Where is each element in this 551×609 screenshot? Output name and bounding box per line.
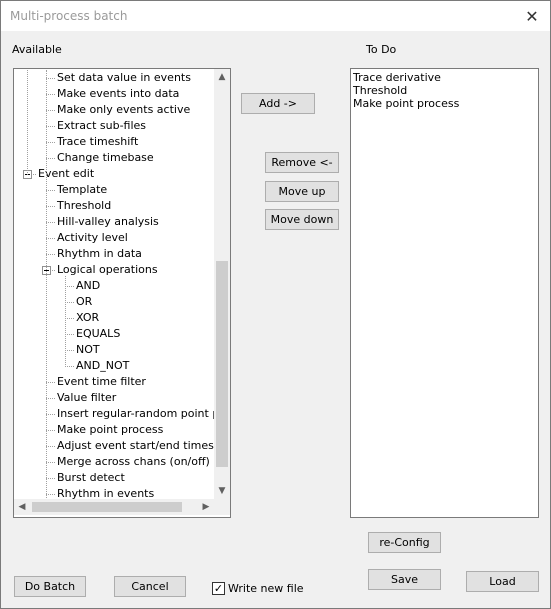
title-bar: Multi-process batch ✕	[1, 1, 550, 31]
tree-connector	[46, 238, 55, 239]
tree-item[interactable]: Burst detect	[57, 470, 125, 486]
tree-item[interactable]: OR	[76, 294, 92, 310]
scroll-right-icon[interactable]: ▶	[198, 499, 214, 515]
tree-connector	[46, 398, 55, 399]
vertical-scroll-thumb[interactable]	[216, 261, 228, 467]
tree-connector	[46, 94, 55, 95]
tree-horizontal-scrollbar[interactable]: ◀ ▶	[14, 499, 214, 515]
tree-connector	[46, 142, 55, 143]
list-item[interactable]: Trace derivative	[353, 71, 441, 84]
tree-item[interactable]: EQUALS	[76, 326, 120, 342]
write-new-file-checkbox[interactable]: ✓	[212, 582, 225, 595]
tree-item[interactable]: Value filter	[57, 390, 116, 406]
tree-connector	[46, 478, 55, 479]
tree-item[interactable]: Make only events active	[57, 102, 190, 118]
window-title: Multi-process batch	[10, 9, 128, 23]
available-label: Available	[12, 43, 62, 56]
move-up-button[interactable]: Move up	[265, 181, 339, 202]
tree-item[interactable]: Set data value in events	[57, 70, 191, 86]
remove-button[interactable]: Remove <-	[265, 152, 339, 173]
tree-item[interactable]: AND_NOT	[76, 358, 129, 374]
tree-item[interactable]: Insert regular-random point process	[57, 406, 214, 422]
scroll-up-icon[interactable]: ▲	[214, 69, 230, 85]
tree-item[interactable]: Extract sub-files	[57, 118, 146, 134]
multi-process-batch-dialog: Multi-process batch ✕ Available To Do Se…	[0, 0, 551, 609]
scroll-left-icon[interactable]: ◀	[14, 499, 30, 515]
tree-connector	[46, 78, 55, 79]
tree-item[interactable]: Template	[57, 182, 107, 198]
tree-item[interactable]: Threshold	[57, 198, 111, 214]
tree-connector	[65, 302, 74, 303]
todo-label: To Do	[366, 43, 397, 56]
tree-item[interactable]: Adjust event start/end times	[57, 438, 214, 454]
tree-item[interactable]: Change timebase	[57, 150, 154, 166]
list-item[interactable]: Make point process	[353, 97, 459, 110]
tree-item[interactable]: AND	[76, 278, 100, 294]
tree-connector	[46, 494, 55, 495]
tree-connector	[46, 222, 55, 223]
tree-guide-line	[65, 276, 66, 367]
tree-connector	[46, 254, 55, 255]
scroll-down-icon[interactable]: ▼	[214, 483, 230, 499]
horizontal-scroll-thumb[interactable]	[32, 502, 182, 512]
tree-connector	[46, 430, 55, 431]
tree-connector	[46, 414, 55, 415]
tree-item[interactable]: Make point process	[57, 422, 163, 438]
tree-connector	[46, 190, 55, 191]
tree-connector	[65, 334, 74, 335]
tree-guide-line	[46, 70, 47, 499]
tree-connector	[65, 350, 74, 351]
do-batch-button[interactable]: Do Batch	[14, 576, 86, 597]
tree-vertical-scrollbar[interactable]: ▲ ▼	[214, 69, 230, 499]
tree-item[interactable]: Make events into data	[57, 86, 179, 102]
tree-item[interactable]: Trace timeshift	[57, 134, 138, 150]
tree-item[interactable]: Rhythm in data	[57, 246, 142, 262]
move-down-button[interactable]: Move down	[265, 209, 339, 230]
list-item[interactable]: Threshold	[353, 84, 407, 97]
tree-connector	[46, 462, 55, 463]
scrollbar-corner	[214, 499, 230, 515]
tree-connector	[46, 206, 55, 207]
available-tree[interactable]: Set data value in events Make events into…	[13, 68, 231, 518]
add-button[interactable]: Add ->	[241, 93, 315, 114]
tree-connector	[65, 286, 74, 287]
tree-connector	[46, 158, 55, 159]
tree-item[interactable]: XOR	[76, 310, 99, 326]
tree-connector	[65, 318, 74, 319]
save-button[interactable]: Save	[368, 569, 441, 590]
load-button[interactable]: Load	[466, 571, 539, 592]
todo-list[interactable]: Trace derivative Threshold Make point pr…	[350, 68, 539, 518]
tree-item[interactable]: Activity level	[57, 230, 128, 246]
tree-item[interactable]: Hill-valley analysis	[57, 214, 159, 230]
tree-connector	[65, 366, 74, 367]
tree-item[interactable]: NOT	[76, 342, 100, 358]
close-icon[interactable]: ✕	[514, 1, 550, 31]
write-new-file-label: Write new file	[228, 582, 304, 595]
tree-connector	[46, 110, 55, 111]
tree-connector	[46, 382, 55, 383]
tree-item[interactable]: Logical operations	[57, 262, 158, 278]
tree-viewport: Set data value in events Make events into…	[14, 69, 214, 499]
tree-item[interactable]: Event time filter	[57, 374, 146, 390]
tree-connector	[46, 126, 55, 127]
tree-connector	[46, 446, 55, 447]
cancel-button[interactable]: Cancel	[114, 576, 186, 597]
tree-item[interactable]: Rhythm in events	[57, 486, 154, 499]
tree-guide-line	[27, 70, 28, 175]
tree-item[interactable]: Merge across chans (on/off)	[57, 454, 210, 470]
reconfig-button[interactable]: re-Config	[368, 532, 441, 553]
